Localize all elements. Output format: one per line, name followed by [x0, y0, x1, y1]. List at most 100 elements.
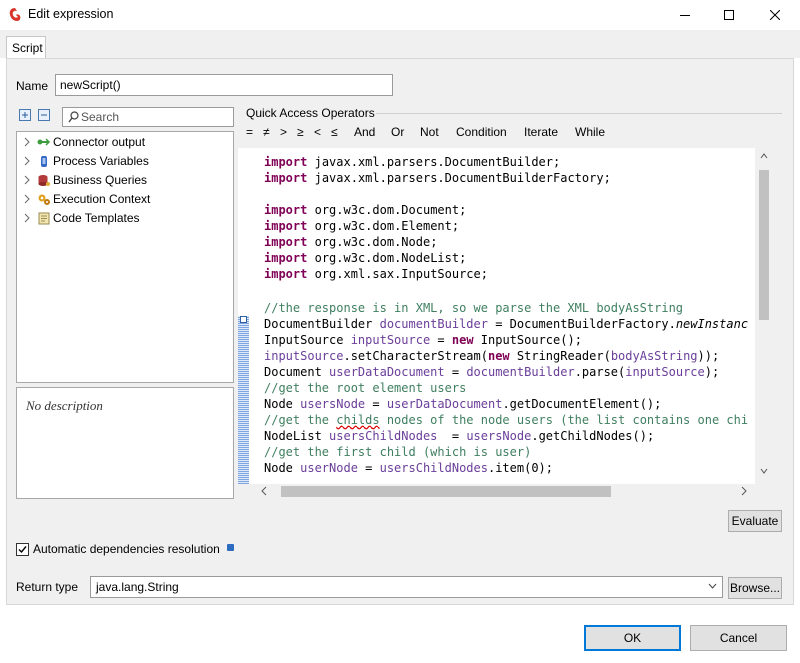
- editor-horizontal-scrollbar[interactable]: [255, 484, 755, 499]
- variable-token: bodyAsString: [610, 349, 698, 363]
- tree-item-label: Process Variables: [53, 154, 149, 168]
- operator-and[interactable]: And: [354, 125, 375, 139]
- code-text: ));: [697, 349, 720, 363]
- keyword-token: new: [451, 333, 474, 347]
- keyword-token: import: [264, 155, 308, 169]
- code-text: .setCharacterStream(: [343, 349, 488, 363]
- search-icon: [68, 111, 79, 123]
- tree-item-label: Connector output: [53, 135, 146, 149]
- horizontal-scroll-thumb[interactable]: [281, 486, 611, 497]
- name-label: Name: [16, 79, 49, 93]
- return-type-label: Return type: [16, 580, 79, 594]
- chevron-right-icon: [24, 137, 30, 147]
- operator-or[interactable]: Or: [391, 125, 404, 139]
- variable-token: inputSource: [625, 365, 705, 379]
- tab-script[interactable]: Script: [6, 36, 46, 59]
- code-line: DocumentBuilder documentBuilder = Docume…: [264, 316, 748, 332]
- code-comment: //the response is in XML, so we parse th…: [264, 300, 683, 316]
- editor-vertical-scrollbar[interactable]: [755, 148, 773, 484]
- variable-token: userNode: [300, 461, 358, 475]
- operator-less[interactable]: <: [314, 125, 321, 139]
- name-input[interactable]: newScript(): [55, 74, 393, 96]
- minimize-button[interactable]: [662, 0, 708, 30]
- window-title: Edit expression: [28, 7, 114, 21]
- scroll-left-icon[interactable]: [261, 486, 267, 496]
- operator-while[interactable]: While: [575, 125, 605, 139]
- operator-greater[interactable]: >: [280, 125, 287, 139]
- variable-token: usersChildNodes: [329, 429, 438, 443]
- checkmark-icon: [18, 546, 27, 554]
- code-editor[interactable]: import javax.xml.parsers.DocumentBuilder…: [238, 148, 773, 484]
- description-box: No description: [16, 387, 234, 499]
- expand-all-icon: [22, 112, 28, 118]
- evaluate-button[interactable]: Evaluate: [728, 510, 782, 532]
- operator-not[interactable]: Not: [420, 125, 439, 139]
- operator-not-equals[interactable]: ≠: [263, 125, 270, 139]
- variable-token: usersNode: [300, 397, 366, 411]
- code-text: javax.xml.parsers.DocumentBuilderFactory…: [314, 171, 611, 185]
- code-line: import org.w3c.dom.NodeList;: [264, 250, 466, 266]
- code-text: .parse(: [574, 365, 626, 379]
- code-text: .item(0);: [487, 461, 554, 475]
- auto-dependencies-checkbox[interactable]: [16, 543, 29, 556]
- scroll-right-icon[interactable]: [741, 486, 747, 496]
- code-text: javax.xml.parsers.DocumentBuilder;: [314, 155, 561, 169]
- code-text: Node: [264, 461, 301, 475]
- chevron-down-icon: [708, 583, 717, 589]
- title-bar: Edit expression: [0, 0, 800, 30]
- operator-less-equal[interactable]: ≤: [331, 125, 338, 139]
- keyword-token: import: [264, 251, 308, 265]
- quick-access-divider: [376, 113, 782, 114]
- keyword-token: new: [487, 349, 510, 363]
- code-text: //get the first child (which is user): [264, 445, 532, 459]
- scroll-down-icon[interactable]: [760, 468, 768, 474]
- variable-token: usersChildNodes: [379, 461, 488, 475]
- search-input[interactable]: Search: [62, 107, 234, 127]
- code-text: NodeList: [264, 429, 330, 443]
- tree-item-business-queries[interactable]: Business Queries: [17, 172, 233, 190]
- code-text: DocumentBuilder: [264, 317, 380, 331]
- code-line: import javax.xml.parsers.DocumentBuilder…: [264, 170, 611, 186]
- code-text: );: [704, 365, 720, 379]
- tree-item-label: Code Templates: [53, 211, 140, 225]
- tree-item-code-templates[interactable]: Code Templates: [17, 210, 233, 228]
- tree-item-label: Execution Context: [53, 192, 151, 206]
- chevron-right-icon: [24, 156, 30, 166]
- return-type-select[interactable]: java.lang.String: [90, 576, 723, 598]
- maximize-button[interactable]: [706, 0, 752, 30]
- code-text: nodes of the node users (the list contai…: [379, 413, 749, 427]
- code-comment: //get the childs nodes of the node users…: [264, 412, 748, 428]
- vertical-scroll-thumb[interactable]: [759, 170, 769, 320]
- code-text: InputSource();: [473, 333, 582, 347]
- operator-iterate[interactable]: Iterate: [524, 125, 558, 139]
- tree-item-process-variables[interactable]: Process Variables: [17, 153, 233, 171]
- code-comment: //get the root element users: [264, 380, 466, 396]
- variable-token: inputSource: [264, 349, 344, 363]
- close-button[interactable]: [752, 0, 798, 30]
- ok-button[interactable]: OK: [584, 625, 681, 651]
- expand-all-button[interactable]: [19, 109, 31, 121]
- code-text: .getDocumentElement();: [502, 397, 662, 411]
- tree-item-execution-context[interactable]: Execution Context: [17, 191, 233, 209]
- code-line: NodeList usersChildNodes = usersNode.get…: [264, 428, 654, 444]
- operator-equals[interactable]: =: [246, 125, 253, 139]
- spelling-error-token: childs: [336, 413, 380, 427]
- operator-greater-equal[interactable]: ≥: [297, 125, 304, 139]
- code-line: import javax.xml.parsers.DocumentBuilder…: [264, 154, 560, 170]
- chevron-right-icon: [24, 194, 30, 204]
- code-text: org.w3c.dom.Element;: [314, 219, 460, 233]
- fold-marker-icon[interactable]: [240, 316, 247, 323]
- code-text: //get the: [264, 413, 337, 427]
- tree-item-connector-output[interactable]: Connector output: [17, 134, 233, 152]
- collapse-all-button[interactable]: [38, 109, 50, 121]
- operator-condition[interactable]: Condition: [456, 125, 507, 139]
- code-text: =: [430, 333, 452, 347]
- browse-button[interactable]: Browse...: [728, 577, 782, 599]
- scroll-up-icon[interactable]: [760, 153, 768, 159]
- code-line: import org.w3c.dom.Element;: [264, 218, 459, 234]
- code-text: //the response is in XML, so we parse th…: [264, 301, 684, 315]
- code-line: import org.w3c.dom.Node;: [264, 234, 437, 250]
- info-icon[interactable]: [227, 544, 234, 551]
- connector-icon: [37, 138, 51, 146]
- cancel-button[interactable]: Cancel: [690, 625, 787, 651]
